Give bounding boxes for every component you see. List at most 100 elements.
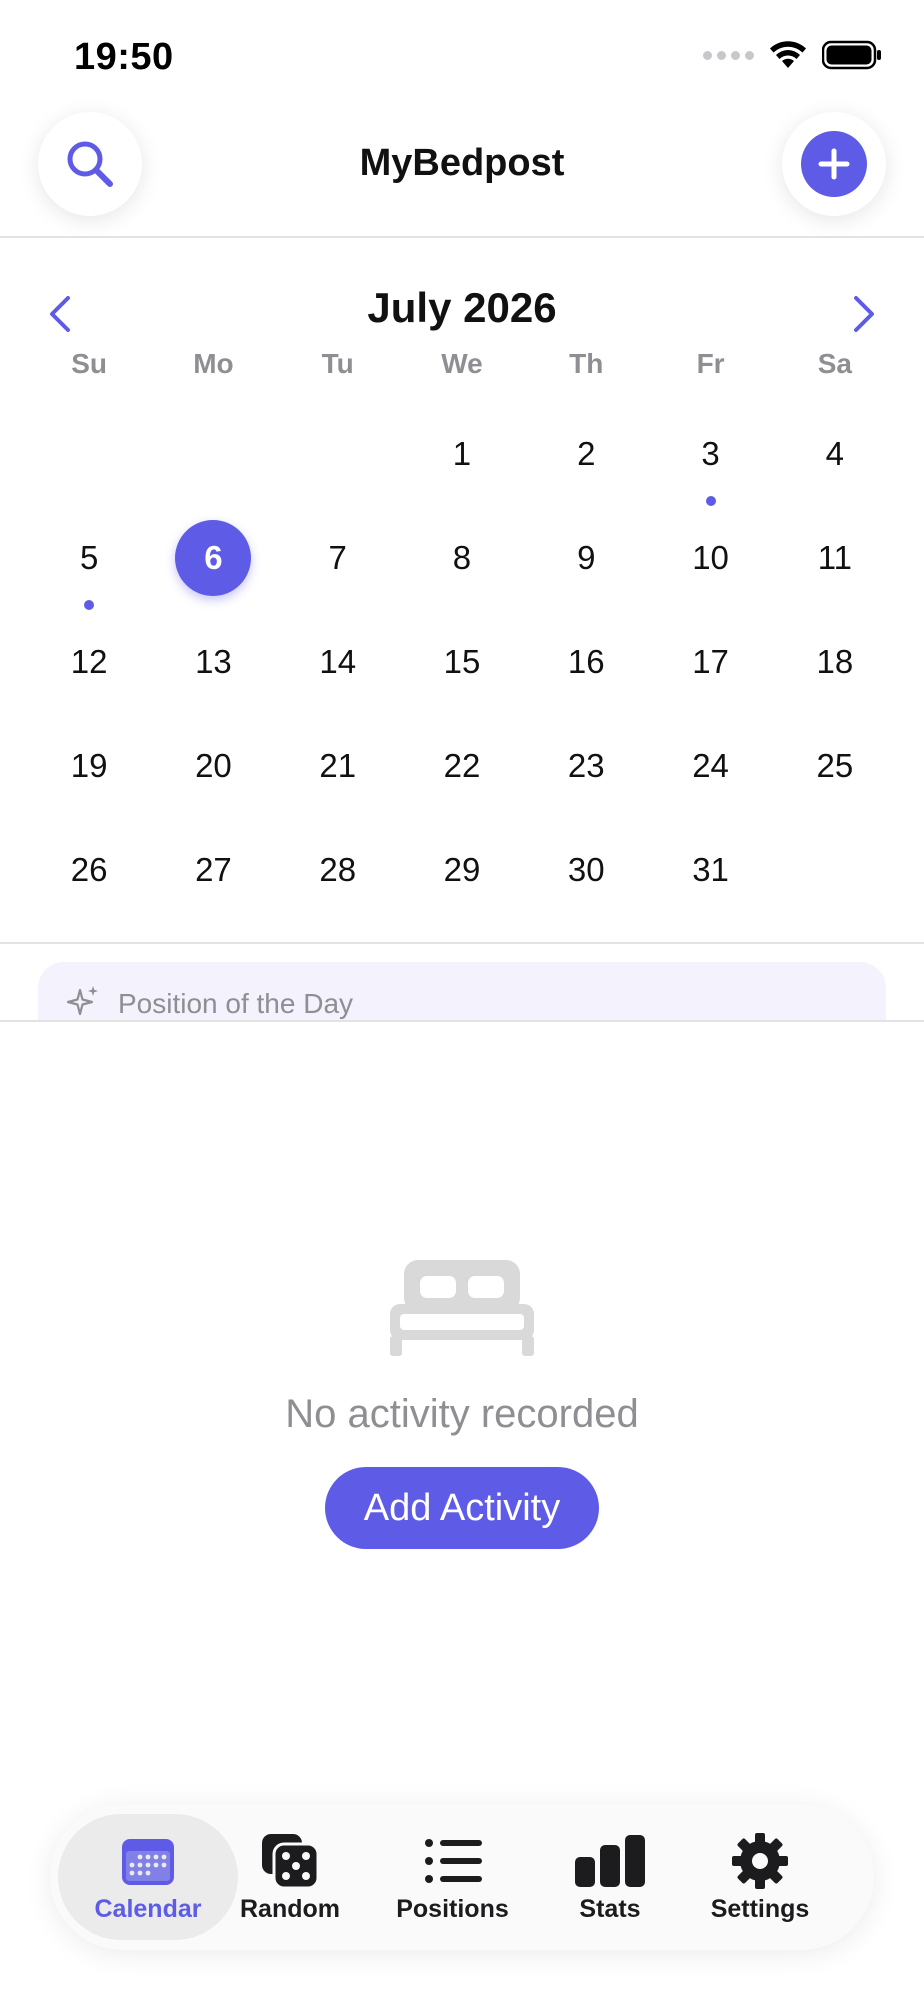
weekday-label: Su — [71, 348, 108, 379]
calendar-day-number: 28 — [319, 851, 357, 888]
calendar-day-number: 10 — [692, 539, 729, 576]
calendar-day-number: 24 — [692, 747, 729, 784]
calendar-icon — [122, 1838, 174, 1885]
calendar-day-number: 8 — [452, 539, 472, 576]
calendar-day-number: 3 — [701, 435, 720, 472]
app-header: MyBedpost — [0, 110, 924, 238]
weekday-label: We — [441, 348, 483, 379]
calendar-day[interactable]: 29 — [400, 812, 524, 916]
calendar-day-empty — [27, 396, 151, 500]
status-bar: 19:50 — [0, 0, 924, 110]
calendar-day[interactable]: 17 — [648, 604, 772, 708]
calendar-day-number: 4 — [825, 435, 845, 472]
calendar-day-number: 26 — [70, 851, 108, 888]
calendar-day[interactable]: 31 — [648, 812, 772, 916]
dice-icon — [262, 1833, 320, 1889]
sparkles-icon — [66, 986, 98, 1016]
calendar-day[interactable]: 13 — [151, 604, 275, 708]
month-row: July 2026 — [0, 276, 924, 346]
next-month-button[interactable] — [840, 286, 888, 342]
calendar-day-empty — [773, 812, 897, 916]
tab-random[interactable]: Random — [220, 1814, 360, 1940]
tab-label: Random — [240, 1894, 340, 1923]
calendar-day-number: 1 — [452, 435, 472, 472]
calendar-day-number: 31 — [692, 851, 729, 888]
calendar-day[interactable]: 18 — [773, 604, 897, 708]
month-title: July 2026 — [367, 284, 557, 331]
calendar-day-number: 12 — [70, 643, 108, 680]
calendar-day[interactable]: 20 — [151, 708, 275, 812]
calendar-day[interactable]: 22 — [400, 708, 524, 812]
tab-positions[interactable]: Positions — [380, 1814, 525, 1940]
battery-icon — [822, 40, 881, 70]
bar-chart-icon — [575, 1834, 645, 1887]
calendar-day-number: 2 — [577, 435, 596, 472]
tab-bar: Calendar Random Positions Stats Settings — [50, 1804, 874, 1950]
calendar-day[interactable]: 21 — [276, 708, 400, 812]
calendar-day-number: 23 — [567, 747, 605, 784]
empty-state: No activity recorded Add Activity — [0, 1260, 924, 1549]
calendar-day-number: 21 — [319, 747, 357, 784]
calendar-day[interactable]: 6 — [151, 500, 275, 604]
plus-icon — [818, 148, 850, 180]
list-icon — [424, 1838, 482, 1883]
calendar-day[interactable]: 1 — [400, 396, 524, 500]
calendar-day[interactable]: 4 — [773, 396, 897, 500]
calendar-day[interactable]: 30 — [524, 812, 648, 916]
calendar-day[interactable]: 19 — [27, 708, 151, 812]
tab-settings[interactable]: Settings — [695, 1814, 825, 1940]
calendar-day-number: 14 — [319, 643, 357, 680]
calendar-day[interactable]: 25 — [773, 708, 897, 812]
wifi-icon — [770, 41, 806, 68]
calendar-day[interactable]: 8 — [400, 500, 524, 604]
calendar-day[interactable]: 9 — [524, 500, 648, 604]
calendar-day[interactable]: 11 — [773, 500, 897, 604]
add-activity-button[interactable]: Add Activity — [325, 1467, 599, 1549]
weekday-label: Sa — [817, 348, 852, 379]
bed-icon — [390, 1260, 534, 1356]
weekday-header: Su Mo Tu We Th Fr Sa — [27, 348, 897, 380]
tab-stats[interactable]: Stats — [550, 1814, 670, 1940]
calendar-day[interactable]: 16 — [524, 604, 648, 708]
position-of-the-day-section: Position of the Day — [0, 946, 924, 1022]
calendar-day-number: 16 — [567, 643, 605, 680]
calendar-day[interactable]: 3 — [648, 396, 772, 506]
status-time: 19:50 — [74, 36, 174, 78]
weekday-label: Fr — [696, 348, 725, 379]
calendar-day-number: 15 — [443, 643, 481, 680]
calendar-day-number: 5 — [79, 539, 99, 576]
calendar-day-number: 11 — [817, 539, 852, 576]
tab-label: Settings — [710, 1894, 810, 1923]
calendar-day[interactable]: 15 — [400, 604, 524, 708]
weekday-label: Th — [569, 348, 604, 379]
calendar-day[interactable]: 10 — [648, 500, 772, 604]
calendar-day[interactable]: 7 — [276, 500, 400, 604]
calendar-day-number: 19 — [70, 747, 108, 784]
calendar-day[interactable]: 26 — [27, 812, 151, 916]
calendar-day[interactable]: 12 — [27, 604, 151, 708]
weekday-label: Mo — [193, 348, 234, 379]
calendar-day-number: 22 — [443, 747, 481, 784]
calendar-day[interactable]: 14 — [276, 604, 400, 708]
calendar-day[interactable]: 2 — [524, 396, 648, 500]
calendar-day[interactable]: 5 — [27, 500, 151, 610]
calendar-day[interactable]: 27 — [151, 812, 275, 916]
position-of-the-day-label: Position of the Day — [118, 988, 354, 1019]
calendar-day[interactable]: 23 — [524, 708, 648, 812]
tab-calendar[interactable]: Calendar — [58, 1814, 238, 1940]
add-button[interactable] — [782, 112, 886, 216]
cellular-signal-icon — [703, 50, 754, 60]
calendar-day-empty — [151, 396, 275, 500]
empty-state-message: No activity recorded — [285, 1392, 639, 1436]
position-of-the-day-card[interactable]: Position of the Day — [38, 962, 886, 1020]
calendar-day-number: 9 — [577, 539, 596, 576]
tab-label: Stats — [579, 1894, 641, 1923]
tab-label: Calendar — [94, 1894, 202, 1923]
calendar-day-number: 20 — [195, 747, 232, 784]
calendar-day-number: 13 — [195, 643, 232, 680]
calendar-day-number: 6 — [175, 520, 252, 596]
calendar-day-number: 7 — [328, 539, 347, 576]
calendar-day[interactable]: 24 — [648, 708, 772, 812]
calendar-day[interactable]: 28 — [276, 812, 400, 916]
calendar-day-number: 29 — [443, 851, 481, 888]
